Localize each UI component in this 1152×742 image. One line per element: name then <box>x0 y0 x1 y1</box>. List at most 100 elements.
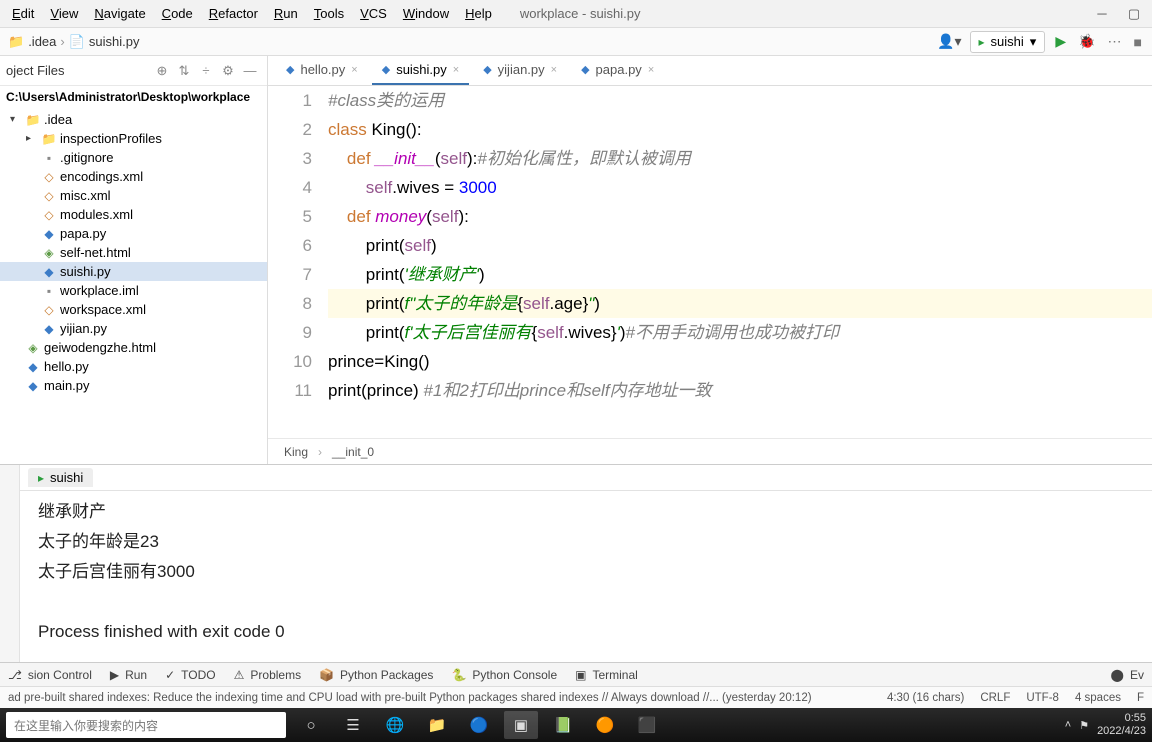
tree-item[interactable]: ◇modules.xml <box>0 205 267 224</box>
run-config-selector[interactable]: ▸ suishi ▾ <box>970 31 1046 53</box>
taskbar-clock[interactable]: 0:55 2022/4/23 <box>1097 712 1146 738</box>
menu-window[interactable]: Window <box>395 2 457 25</box>
code-line[interactable]: print(f"太子的年龄是{self.age}") <box>328 289 1152 318</box>
breadcrumb-item[interactable]: 📁 .idea <box>8 34 56 50</box>
hide-icon[interactable]: — <box>239 63 261 78</box>
tree-item[interactable]: ◈self-net.html <box>0 243 267 262</box>
code-line[interactable]: print(self) <box>328 231 1152 260</box>
code-line[interactable]: def __init__(self):#初始化属性，即默认被调用 <box>328 144 1152 173</box>
editor-tab[interactable]: ◆papa.py× <box>571 56 664 85</box>
indent-setting[interactable]: 4 spaces <box>1075 692 1121 704</box>
close-icon[interactable]: × <box>453 64 459 76</box>
system-tray[interactable]: ˄ ⚑ 0:55 2022/4/23 <box>1065 712 1146 738</box>
settings-icon[interactable]: ⚙ <box>217 63 239 79</box>
user-icon[interactable]: 👤▾ <box>937 33 961 50</box>
minimize-button[interactable]: ─ <box>1088 4 1116 24</box>
close-icon[interactable]: × <box>351 64 357 76</box>
taskbar-search[interactable]: 在这里输入你要搜索的内容 <box>6 712 286 738</box>
bottom-tool-terminal[interactable]: ▣Terminal <box>575 668 638 682</box>
code-line[interactable]: self.wives = 3000 <box>328 173 1152 202</box>
xml-icon: ◇ <box>42 303 56 317</box>
project-root-path[interactable]: C:\Users\Administrator\Desktop\workplace <box>0 86 267 108</box>
pycharm-icon[interactable]: ▣ <box>504 711 538 739</box>
tree-item[interactable]: ◆suishi.py <box>0 262 267 281</box>
tree-item[interactable]: ▪.gitignore <box>0 148 267 167</box>
maximize-button[interactable]: ▢ <box>1120 4 1148 24</box>
code-line[interactable]: print(prince) #1和2打印出prince和self内存地址一致 <box>328 376 1152 405</box>
expand-icon[interactable]: ⇅ <box>173 63 195 79</box>
tree-item[interactable]: ◆hello.py <box>0 357 267 376</box>
menu-code[interactable]: Code <box>154 2 201 25</box>
locate-icon[interactable]: ⊕ <box>151 63 173 79</box>
debug-button[interactable]: 🐞 <box>1076 31 1097 52</box>
interpreter[interactable]: F <box>1137 692 1144 704</box>
more-button[interactable]: ⋯ <box>1106 31 1124 52</box>
app-icon[interactable]: 🟠 <box>588 711 622 739</box>
menu-tools[interactable]: Tools <box>306 2 352 25</box>
tree-item[interactable]: ◈geiwodengzhe.html <box>0 338 267 357</box>
code-editor[interactable]: 1234567891011 #class类的运用class King(): de… <box>268 86 1152 438</box>
stop-button[interactable]: ■ <box>1132 32 1144 52</box>
menu-view[interactable]: View <box>42 2 86 25</box>
run-button[interactable]: ▶ <box>1053 31 1068 52</box>
close-icon[interactable]: × <box>551 64 557 76</box>
status-message: ad pre-built shared indexes: Reduce the … <box>8 692 871 704</box>
tree-item-label: papa.py <box>60 226 106 241</box>
code-line[interactable]: #class类的运用 <box>328 86 1152 115</box>
menu-navigate[interactable]: Navigate <box>86 2 153 25</box>
editor-area: ◆hello.py×◆suishi.py×◆yijian.py×◆papa.py… <box>268 56 1152 464</box>
run-tab[interactable]: ▸ suishi <box>28 468 93 487</box>
tray-icon[interactable]: ⚑ <box>1079 719 1089 732</box>
file-encoding[interactable]: UTF-8 <box>1026 692 1059 704</box>
tree-item[interactable]: ▸📁inspectionProfiles <box>0 129 267 148</box>
breadcrumb-item[interactable]: 📄 suishi.py <box>69 34 140 50</box>
bottom-tool-problems[interactable]: ⚠Problems <box>234 668 301 682</box>
browser-icon[interactable]: 🔵 <box>462 711 496 739</box>
code-line[interactable]: print(f'太子后宫佳丽有{self.wives}')#不用手动调用也成功被… <box>328 318 1152 347</box>
code-line[interactable]: class King(): <box>328 115 1152 144</box>
menu-run[interactable]: Run <box>266 2 306 25</box>
py-icon: ◆ <box>26 360 40 374</box>
app-icon[interactable]: 📗 <box>546 711 580 739</box>
code-breadcrumb-item[interactable]: __init_0 <box>332 445 374 459</box>
menu-edit[interactable]: Edit <box>4 2 42 25</box>
tree-item[interactable]: ◇misc.xml <box>0 186 267 205</box>
bottom-tool-python-packages[interactable]: 📦Python Packages <box>319 668 433 682</box>
app-icon[interactable]: ⬛ <box>630 711 664 739</box>
event-log[interactable]: ⬤Ev <box>1111 668 1144 682</box>
bottom-tool-todo[interactable]: ✓TODO <box>165 668 216 682</box>
code-line[interactable]: prince=King() <box>328 347 1152 376</box>
menu-items: EditViewNavigateCodeRefactorRunToolsVCSW… <box>4 2 500 25</box>
collapse-icon[interactable]: ÷ <box>195 63 217 78</box>
line-separator[interactable]: CRLF <box>980 692 1010 704</box>
tree-item[interactable]: ▪workplace.iml <box>0 281 267 300</box>
code-body[interactable]: #class类的运用class King(): def __init__(sel… <box>328 86 1152 438</box>
bottom-tool-sion-control[interactable]: ⎇sion Control <box>8 668 92 682</box>
tree-item[interactable]: ▾📁.idea <box>0 110 267 129</box>
menu-refactor[interactable]: Refactor <box>201 2 266 25</box>
close-icon[interactable]: × <box>648 64 654 76</box>
code-line[interactable]: print('继承财产') <box>328 260 1152 289</box>
tree-item[interactable]: ◆main.py <box>0 376 267 395</box>
cortana-icon[interactable]: ○ <box>294 711 328 739</box>
tool-icon: ▣ <box>575 668 586 682</box>
edge-icon[interactable]: 🌐 <box>378 711 412 739</box>
code-line[interactable]: def money(self): <box>328 202 1152 231</box>
tray-chevron-icon[interactable]: ˄ <box>1065 719 1071 731</box>
menu-help[interactable]: Help <box>457 2 500 25</box>
tree-item[interactable]: ◇encodings.xml <box>0 167 267 186</box>
bottom-tool-python-console[interactable]: 🐍Python Console <box>451 668 557 682</box>
tree-item[interactable]: ◆yijian.py <box>0 319 267 338</box>
explorer-icon[interactable]: 📁 <box>420 711 454 739</box>
tree-item[interactable]: ◇workspace.xml <box>0 300 267 319</box>
task-view-icon[interactable]: ☰ <box>336 711 370 739</box>
code-breadcrumb-item[interactable]: King <box>284 445 308 459</box>
editor-tab[interactable]: ◆yijian.py× <box>473 56 567 85</box>
console-output[interactable]: 继承财产太子的年龄是23太子后宫佳丽有3000 Process finished… <box>20 491 1152 662</box>
editor-tab[interactable]: ◆suishi.py× <box>372 56 469 85</box>
menu-vcs[interactable]: VCS <box>352 2 395 25</box>
bottom-tool-run[interactable]: ▶Run <box>110 668 147 682</box>
editor-tab[interactable]: ◆hello.py× <box>276 56 368 85</box>
sidebar-title[interactable]: oject Files <box>6 63 151 78</box>
tree-item[interactable]: ◆papa.py <box>0 224 267 243</box>
